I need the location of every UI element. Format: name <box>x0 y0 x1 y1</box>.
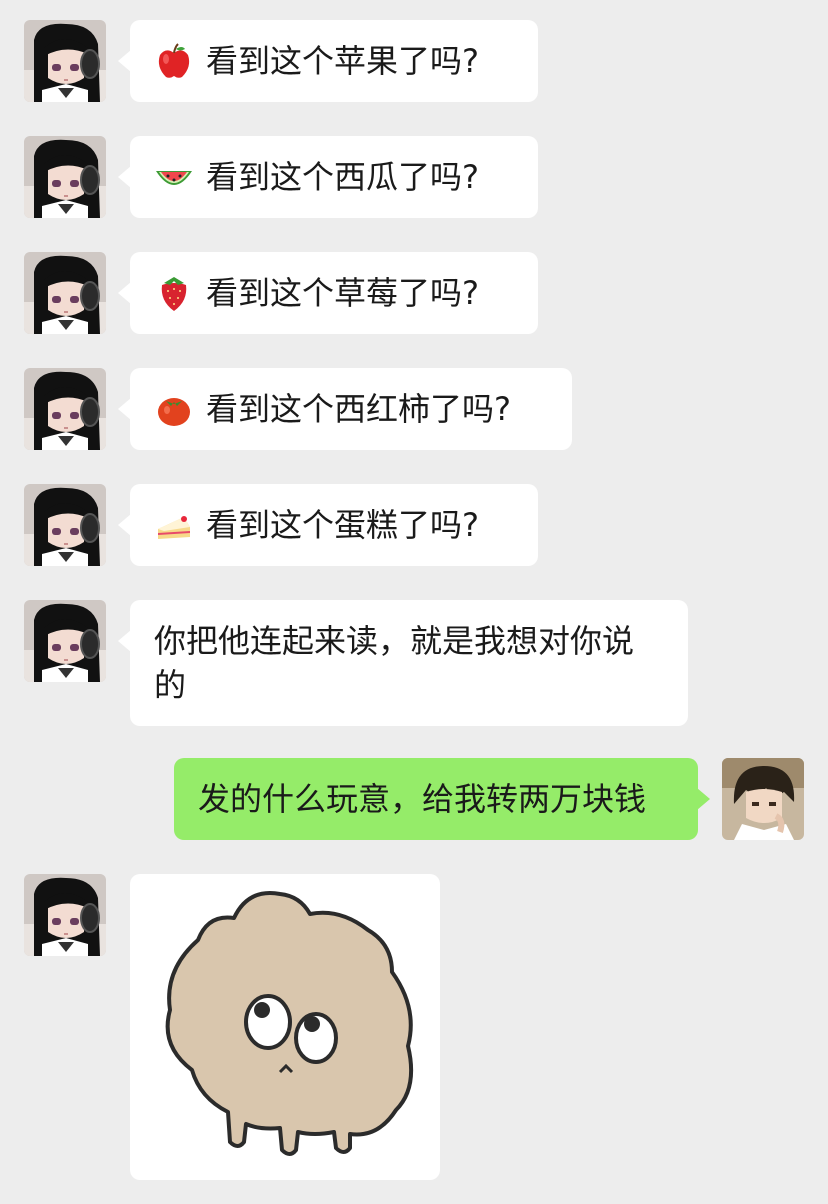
contact-avatar[interactable] <box>24 600 106 682</box>
contact-avatar[interactable] <box>24 874 106 956</box>
message-row: 你把他连起来读，就是我想对你说 的 <box>0 600 828 726</box>
message-text: 看到这个蛋糕了吗? <box>206 506 479 544</box>
cake-icon <box>154 505 194 545</box>
message-text: 看到这个苹果了吗? <box>206 42 479 80</box>
message-text: 发的什么玩意，给我转两万块钱 <box>198 780 647 818</box>
watermelon-icon <box>154 157 194 197</box>
message-bubble[interactable]: 看到这个西红柿了吗? <box>118 368 572 450</box>
message-row: 看到这个蛋糕了吗? <box>0 484 828 568</box>
message-row: 发的什么玩意，给我转两万块钱 <box>0 758 828 842</box>
sticker-message[interactable] <box>130 874 440 1180</box>
contact-avatar[interactable] <box>24 484 106 566</box>
message-bubble[interactable]: 看到这个蛋糕了吗? <box>118 484 538 566</box>
contact-avatar[interactable] <box>24 368 106 450</box>
message-bubble[interactable]: 看到这个西瓜了吗? <box>118 136 538 218</box>
message-text: 看到这个西瓜了吗? <box>206 158 479 196</box>
message-row: 看到这个西红柿了吗? <box>0 368 828 452</box>
message-bubble[interactable]: 看到这个草莓了吗? <box>118 252 538 334</box>
message-bubble[interactable]: 你把他连起来读，就是我想对你说 的 <box>118 600 688 726</box>
contact-avatar[interactable] <box>24 136 106 218</box>
message-text: 看到这个西红柿了吗? <box>206 390 511 428</box>
message-row: 看到这个苹果了吗? <box>0 20 828 104</box>
message-row: 看到这个西瓜了吗? <box>0 136 828 220</box>
message-text: 看到这个草莓了吗? <box>206 274 479 312</box>
message-text-line: 你把他连起来读，就是我想对你说 <box>154 622 635 660</box>
message-text-line: 的 <box>154 666 187 704</box>
message-bubble-outgoing[interactable]: 发的什么玩意，给我转两万块钱 <box>174 758 710 840</box>
bear-sticker <box>165 891 414 1156</box>
strawberry-icon <box>154 273 194 313</box>
message-bubble[interactable]: 看到这个苹果了吗? <box>118 20 538 102</box>
contact-avatar[interactable] <box>24 252 106 334</box>
tomato-icon <box>154 389 194 429</box>
contact-avatar[interactable] <box>24 20 106 102</box>
apple-icon <box>154 41 194 81</box>
user-avatar[interactable] <box>722 758 804 840</box>
message-row: 看到这个草莓了吗? <box>0 252 828 336</box>
message-row <box>0 874 828 1180</box>
